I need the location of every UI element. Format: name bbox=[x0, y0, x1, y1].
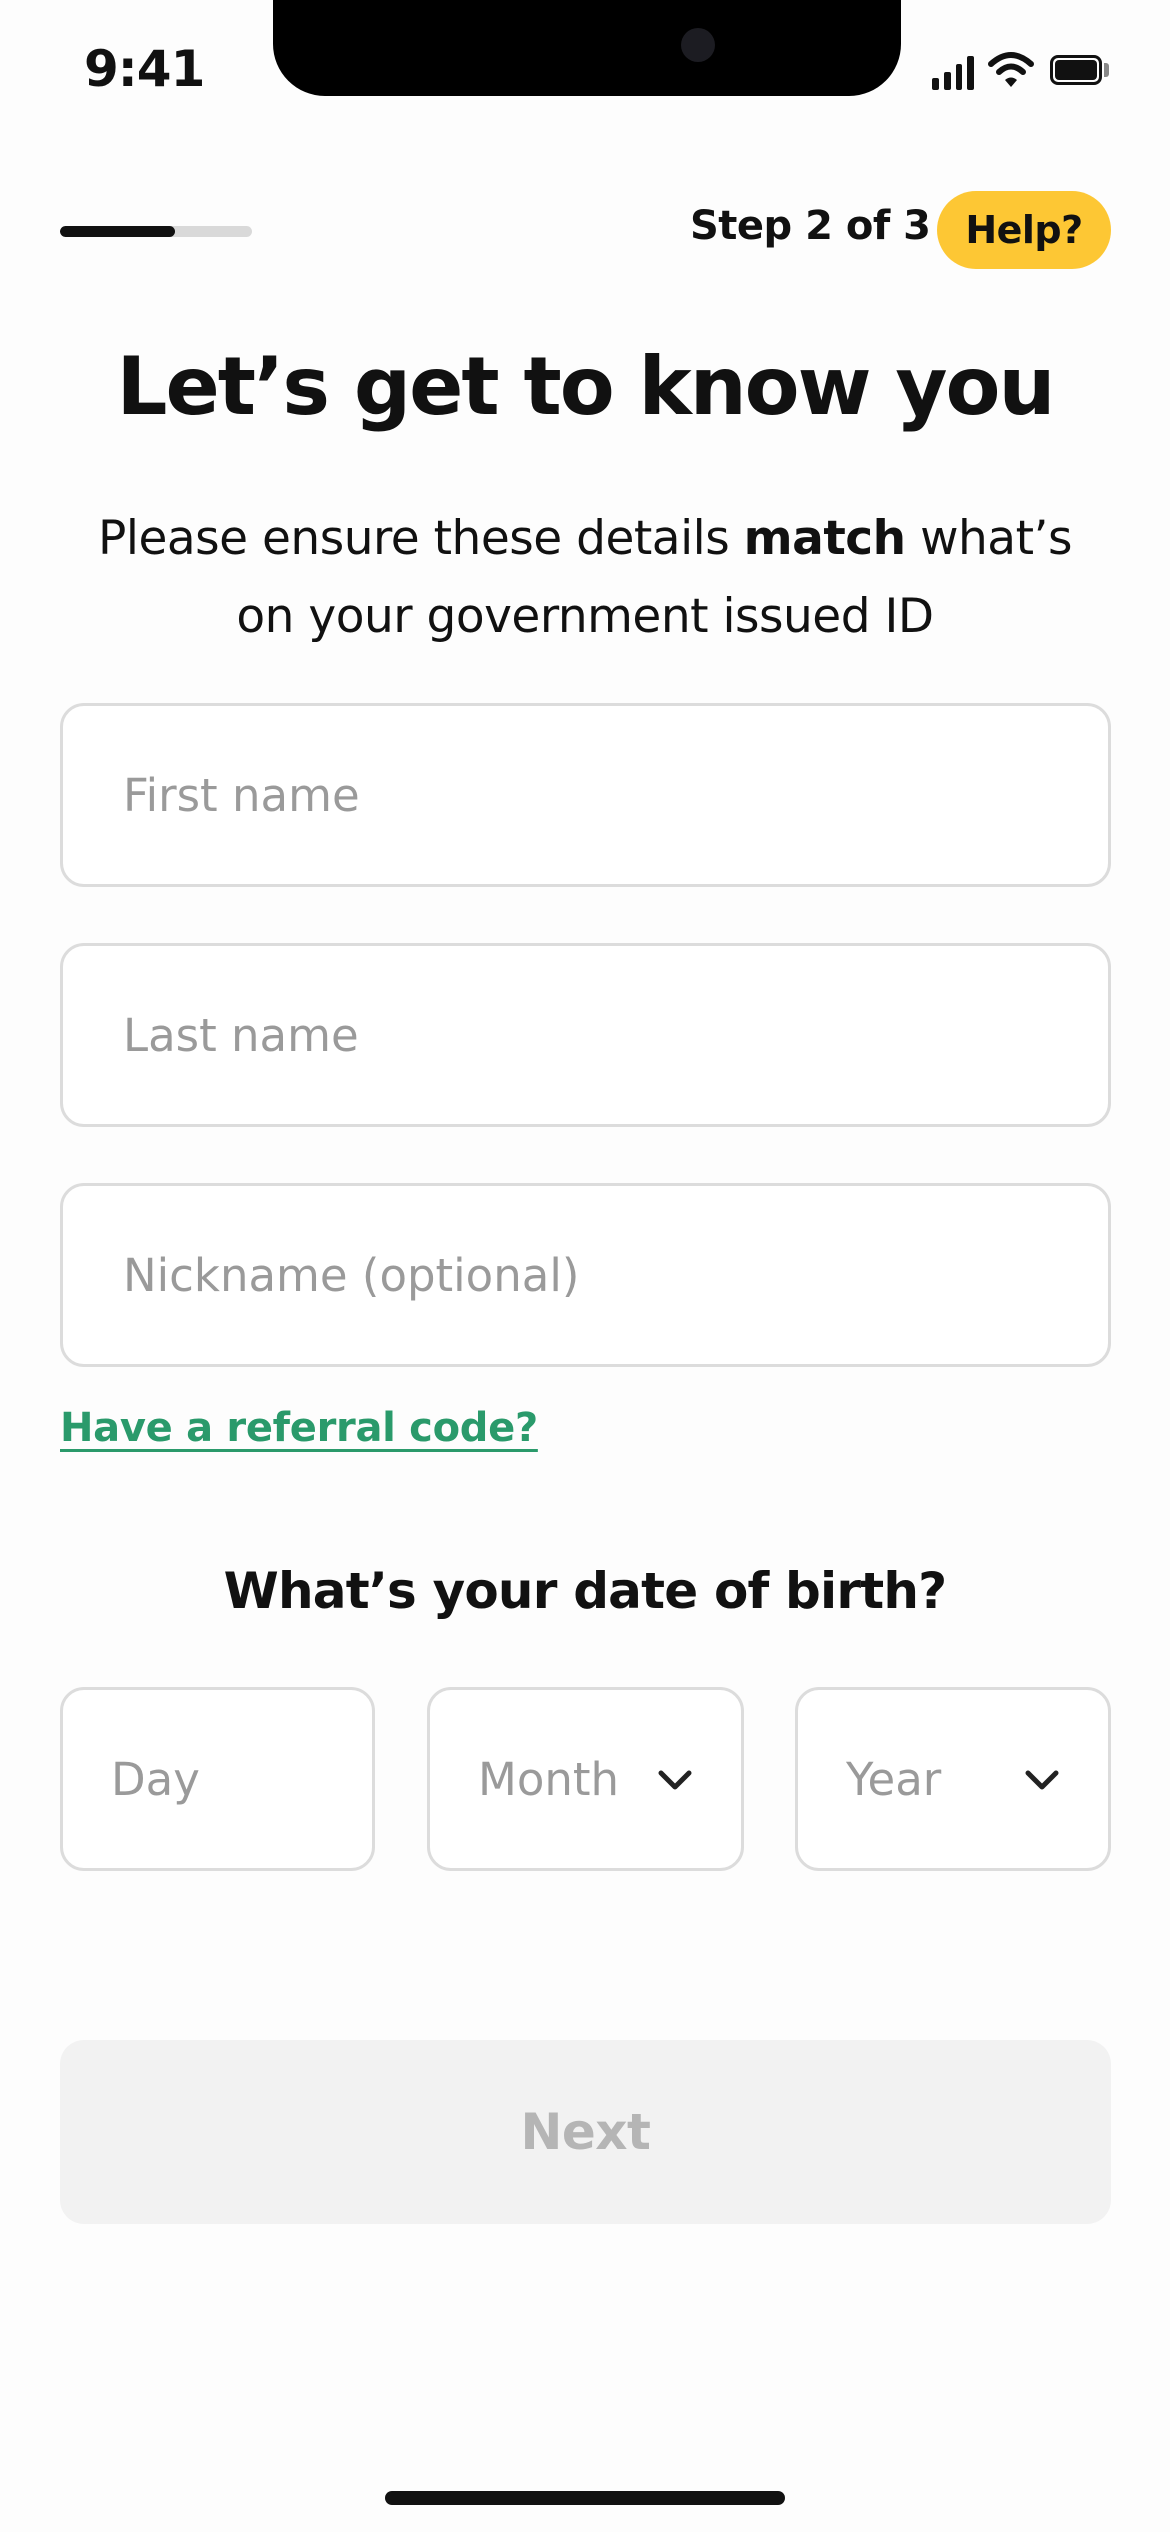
status-time: 9:41 bbox=[84, 40, 205, 98]
subtitle-emphasis: match bbox=[743, 511, 906, 566]
dob-day-field-container bbox=[60, 1687, 375, 1871]
subtitle-text: Please ensure these details bbox=[98, 511, 744, 566]
progress-bar bbox=[60, 226, 252, 237]
dob-month-label: Month bbox=[478, 1752, 620, 1806]
battery-icon bbox=[1050, 55, 1102, 85]
last-name-input[interactable] bbox=[63, 946, 1108, 1124]
page-subtitle: Please ensure these details match what’s… bbox=[85, 500, 1085, 656]
step-indicator: Step 2 of 3 bbox=[690, 203, 931, 249]
chevron-down-icon bbox=[1025, 1770, 1059, 1790]
home-indicator bbox=[385, 2491, 785, 2505]
dob-heading: What’s your date of birth? bbox=[223, 1562, 948, 1620]
referral-code-link[interactable]: Have a referral code? bbox=[60, 1405, 538, 1451]
help-button[interactable]: Help? bbox=[937, 191, 1111, 269]
dob-month-select[interactable]: Month bbox=[427, 1687, 744, 1871]
dob-year-select[interactable]: Year bbox=[795, 1687, 1111, 1871]
chevron-down-icon bbox=[658, 1770, 692, 1790]
first-name-field-container bbox=[60, 703, 1111, 887]
next-button[interactable]: Next bbox=[60, 2040, 1111, 2224]
dob-year-label: Year bbox=[846, 1752, 942, 1806]
first-name-input[interactable] bbox=[63, 706, 1108, 884]
nickname-input[interactable] bbox=[63, 1186, 1108, 1364]
cellular-signal-icon bbox=[932, 54, 974, 90]
dob-day-input[interactable] bbox=[63, 1690, 372, 1868]
device-notch bbox=[273, 0, 901, 96]
progress-bar-fill bbox=[60, 226, 176, 237]
page-title: Let’s get to know you bbox=[116, 340, 1056, 433]
battery-cap bbox=[1104, 63, 1109, 77]
wifi-icon bbox=[988, 52, 1034, 87]
last-name-field-container bbox=[60, 943, 1111, 1127]
camera-dot bbox=[681, 28, 715, 62]
nickname-field-container bbox=[60, 1183, 1111, 1367]
